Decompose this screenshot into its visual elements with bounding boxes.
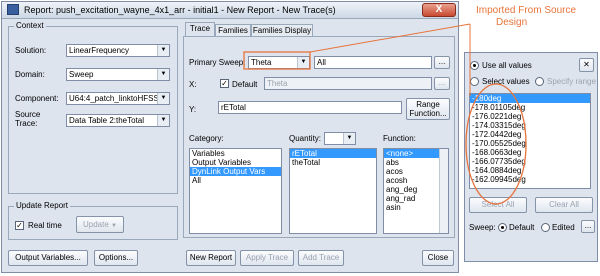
annotation-text: Imported From Source Design (476, 5, 576, 29)
annotation-ellipse (465, 83, 527, 205)
annotation-line-2: Design (496, 17, 528, 28)
annotation-leader-line (309, 23, 471, 53)
annotation-overlay (243, 23, 527, 205)
annotation-line-1: Imported From Source (476, 5, 577, 16)
annotation-box (243, 51, 311, 70)
